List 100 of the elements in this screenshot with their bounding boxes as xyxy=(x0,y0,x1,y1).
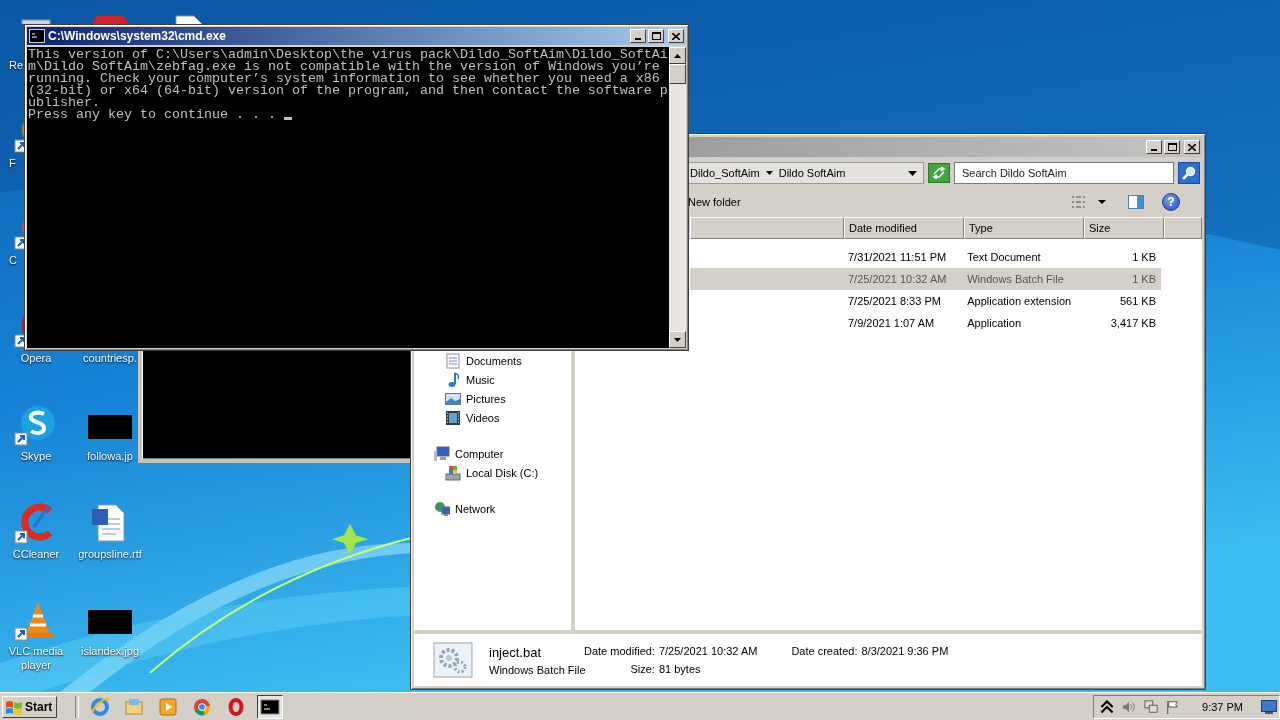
table-cell-text: 1 KB xyxy=(1131,251,1157,263)
field-label: Date created: xyxy=(791,645,858,657)
start-button[interactable]: Start xyxy=(2,695,58,718)
address-bar[interactable]: Dildo_SoftAim Dildo SoftAim xyxy=(688,162,924,184)
table-cell-text: 7/9/2021 1:07 AM xyxy=(846,317,936,329)
new-folder-button[interactable]: New folder xyxy=(688,196,741,208)
taskbar-button[interactable] xyxy=(257,694,284,719)
table-cell-text: 7/31/2021 11:51 PM xyxy=(846,251,948,263)
column-header[interactable]: Type xyxy=(964,217,1084,239)
table-cell-text: Application extension xyxy=(966,295,1073,307)
nav-item[interactable]: Network xyxy=(414,500,571,517)
network-icon[interactable] xyxy=(1144,699,1159,714)
speaker-icon[interactable] xyxy=(1122,699,1137,714)
file-name: inject.bat xyxy=(489,644,543,660)
breadcrumb-item[interactable]: Dildo_SoftAim xyxy=(690,167,760,179)
clock: 9:37 PM xyxy=(1202,700,1243,713)
close-button[interactable] xyxy=(1184,140,1200,154)
maximize-button[interactable] xyxy=(648,29,664,43)
field-value: 8/3/2021 9:36 PM xyxy=(861,645,949,657)
close-button[interactable] xyxy=(668,29,684,43)
caret-up-icon xyxy=(674,53,681,58)
table-cell-text: 7/25/2021 8:33 PM xyxy=(846,295,942,307)
file-row[interactable]: 7/25/2021 8:33 PM Application extension 561 KB xyxy=(690,290,1161,312)
star-icon xyxy=(332,523,368,555)
globe-icon xyxy=(90,696,111,717)
table-cell-text: Application xyxy=(966,317,1023,329)
icon-label: Skype xyxy=(20,448,52,463)
breadcrumb-item[interactable]: Dildo SoftAim xyxy=(778,167,846,179)
scroll-thumb[interactable] xyxy=(669,64,686,84)
text-cursor xyxy=(283,117,292,120)
nav-item[interactable]: Local Disk (C:) xyxy=(414,464,571,481)
console-line: running. Check your computer’s system information to see whether you need a x86 xyxy=(28,73,661,85)
console-line: ublisher. xyxy=(28,97,101,109)
icon-label: islandex.jpg xyxy=(80,644,140,659)
refresh-icon xyxy=(931,167,947,179)
search-field[interactable]: Search Dildo SoftAim xyxy=(954,162,1174,184)
icon-label: groupsline.rtf xyxy=(78,546,142,561)
field-label: Size: xyxy=(629,663,655,675)
scrollbar[interactable] xyxy=(669,47,686,348)
icon-label: Opera xyxy=(20,351,52,366)
preview-pane-icon xyxy=(1128,195,1144,209)
music-note-icon xyxy=(445,371,461,388)
icon-label: countriesp. xyxy=(83,351,137,366)
nav-item[interactable]: Pictures xyxy=(414,390,571,407)
monitor-icon xyxy=(1261,699,1277,714)
preview-pane-button[interactable] xyxy=(1128,195,1144,209)
file-row[interactable]: 7/9/2021 1:07 AM Application 3,417 KB xyxy=(690,312,1161,334)
network-icon xyxy=(434,500,450,517)
icon-label: followa.jp xyxy=(87,448,133,463)
icon-label: C xyxy=(9,253,17,268)
column-header[interactable]: Size xyxy=(1084,217,1164,239)
close-icon xyxy=(672,32,680,40)
disk-icon xyxy=(445,464,461,481)
nav-item[interactable]: Music xyxy=(414,371,571,388)
folder-icon xyxy=(124,696,145,717)
flag-icon[interactable] xyxy=(1166,699,1181,714)
table-cell-text: 3,417 KB xyxy=(1109,317,1157,329)
play-icon xyxy=(158,696,179,717)
terminal-icon xyxy=(260,696,281,717)
field-label: Date modified: xyxy=(584,645,655,657)
icon-label: CCleaner xyxy=(12,546,60,561)
table-cell-text: 561 KB xyxy=(1118,295,1157,307)
refresh-button[interactable] xyxy=(928,163,950,183)
minimize-button[interactable] xyxy=(1146,140,1162,154)
table-cell-text: Text Document xyxy=(966,251,1042,263)
caret-icon[interactable] xyxy=(765,171,773,175)
caret-icon[interactable] xyxy=(1098,200,1106,204)
icon-label: VLC media player xyxy=(7,644,65,673)
file-type: Windows Batch File xyxy=(489,663,584,676)
dropdown-caret-icon[interactable] xyxy=(908,170,917,176)
window-title: C:\Windows\system32\cmd.exe xyxy=(48,29,226,43)
column-header[interactable] xyxy=(690,217,844,239)
file-row[interactable]: 7/31/2021 11:51 PM Text Document 1 KB xyxy=(690,246,1161,268)
file-row[interactable]: 7/25/2021 10:32 AM Windows Batch File 1 KB xyxy=(690,268,1161,290)
console-line: m\Dildo SoftAim\zebfag.exe is not compatible with the version of Windows you’re xyxy=(28,61,660,73)
table-cell-text: 7/25/2021 10:32 AM xyxy=(846,273,948,285)
minimize-button[interactable] xyxy=(630,29,646,43)
browser-icon xyxy=(192,696,213,717)
icon-label: Re xyxy=(9,58,24,72)
nav-item[interactable]: Videos xyxy=(414,409,571,426)
terminal-icon xyxy=(29,29,45,43)
close-icon xyxy=(1188,143,1196,151)
picture-icon xyxy=(445,390,461,407)
search-button[interactable] xyxy=(1178,162,1200,184)
nav-item[interactable]: Computer xyxy=(414,445,571,462)
maximize-button[interactable] xyxy=(1164,140,1180,154)
field-value: 7/25/2021 10:32 AM xyxy=(658,645,758,657)
chevron-icon[interactable] xyxy=(1100,699,1115,714)
column-header[interactable]: Date modified xyxy=(844,217,964,239)
icon-label: F xyxy=(9,155,16,170)
logo-icon xyxy=(5,698,23,715)
film-icon xyxy=(445,409,461,426)
caret-down-icon xyxy=(674,337,681,342)
console-line: (32-bit) or x64 (64-bit) version of the program, and then contact the software p xyxy=(28,85,668,97)
list-view-icon xyxy=(1072,195,1088,209)
field-value: 81 bytes xyxy=(658,663,702,675)
nav-item[interactable]: Documents xyxy=(414,352,571,369)
search-icon xyxy=(1182,166,1196,180)
table-cell-text: Windows Batch File xyxy=(966,273,1065,285)
console-line: Press any key to continue . . . xyxy=(28,109,276,121)
